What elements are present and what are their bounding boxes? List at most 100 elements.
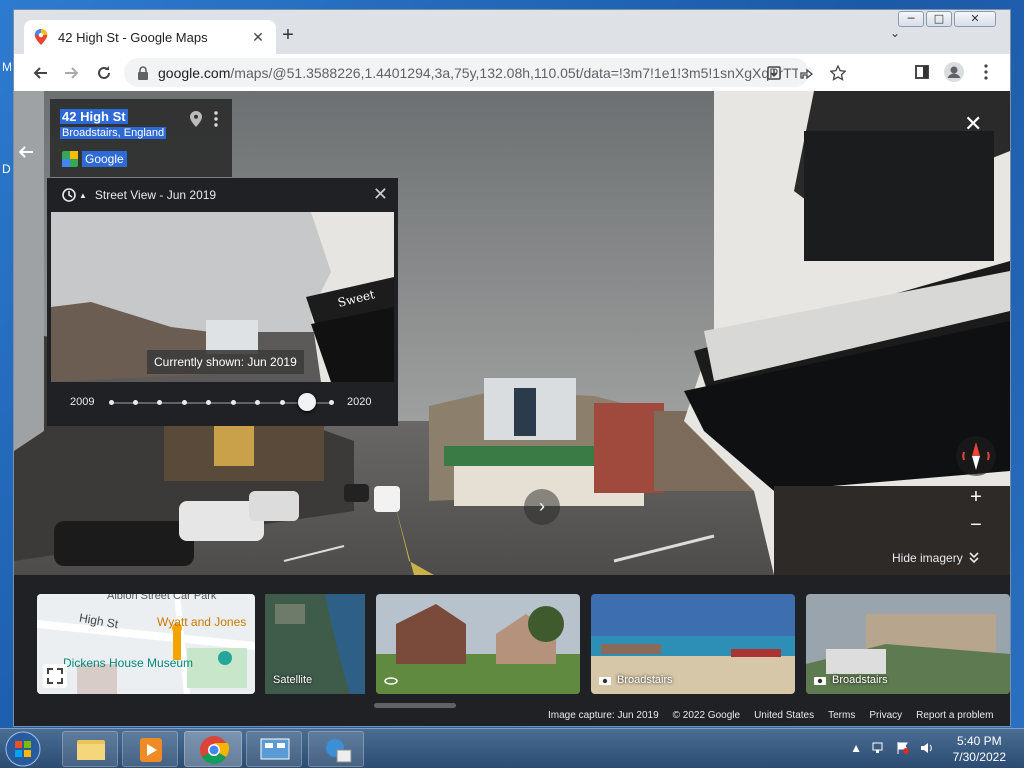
address-bar[interactable]: google.com/maps/@51.3588226,1.4401294,3a… (124, 58, 809, 87)
fullscreen-icon[interactable] (43, 664, 67, 688)
place-city[interactable]: Broadstairs, England (60, 127, 167, 139)
tab-strip: 42 High St - Google Maps ✕ + ⌄ (14, 10, 1010, 54)
camera-icon (599, 677, 611, 685)
timeline-tick[interactable] (206, 400, 212, 405)
satellite-label: Satellite (273, 674, 313, 686)
google-maps-logo-icon (62, 151, 78, 167)
forward-icon[interactable] (56, 57, 88, 89)
timeline-tick[interactable] (230, 400, 236, 405)
map-label-poi: Dickens House Museum (63, 656, 194, 670)
map-label-street2: Albion Street Car Park (107, 594, 217, 602)
zoom-controls: + − (960, 483, 992, 543)
desktop-icon-label: M (2, 60, 12, 74)
file-explorer-taskbar-icon[interactable] (62, 731, 118, 767)
tab-google-maps[interactable]: 42 High St - Google Maps ✕ (24, 20, 276, 54)
map-footer: Image capture: Jun 2019 © 2022 Google Un… (544, 709, 998, 722)
timeline-tick[interactable] (157, 400, 163, 405)
photo-label: Broadstairs (599, 674, 673, 686)
timeline-tick[interactable] (328, 400, 334, 405)
browser-window: ─ □ ✕ 42 High St - Google Maps ✕ + ⌄ goo… (13, 9, 1011, 727)
image-capture-date: Image capture: Jun 2019 (548, 710, 659, 721)
photo-thumbnail-card[interactable] (376, 594, 580, 694)
side-panel-icon[interactable] (906, 56, 938, 88)
close-tab-icon[interactable]: ✕ (250, 29, 266, 46)
maps-content: 42 High St Broadstairs, England Google ▲… (14, 91, 1010, 726)
menu-kebab-icon[interactable] (970, 56, 1002, 88)
zoom-out-button[interactable]: − (960, 511, 992, 539)
maps-pin-icon (34, 29, 48, 45)
collapse-caret-icon[interactable]: ▲ (79, 191, 87, 200)
network-status-icon[interactable] (872, 741, 886, 755)
photo-label: Broadstairs (814, 674, 888, 686)
close-timeline-icon[interactable]: ✕ (373, 184, 388, 205)
tab-search-icon[interactable]: ⌄ (890, 26, 900, 40)
photo-thumbnail-card[interactable]: Broadstairs (591, 594, 795, 694)
timeline-tick[interactable] (108, 400, 114, 405)
map-label-poi: Wyatt and Jones (157, 615, 247, 629)
timeline-preview-image[interactable]: Sweet Currently shown: Jun 2019 (51, 212, 394, 382)
imagery-filmstrip: Albion Street Car Park High St Wyatt and… (14, 575, 1010, 726)
browser-toolbar: google.com/maps/@51.3588226,1.4401294,3a… (14, 54, 1010, 91)
control-panel-taskbar-icon[interactable] (246, 731, 302, 767)
timeline-tick[interactable] (181, 400, 187, 405)
timeline-slider-knob[interactable] (297, 393, 316, 411)
zoom-in-button[interactable]: + (960, 483, 992, 511)
clock-date: 7/30/2022 (952, 750, 1006, 764)
action-center-flag-icon[interactable] (896, 741, 910, 755)
map-thumbnail-card[interactable]: Albion Street Car Park High St Wyatt and… (37, 594, 255, 694)
place-address[interactable]: 42 High St (60, 109, 128, 124)
back-arrow-icon[interactable] (18, 143, 34, 164)
provider-badge: Google (62, 151, 127, 167)
media-player-taskbar-icon[interactable] (122, 731, 178, 767)
hide-imagery-button[interactable]: Hide imagery (892, 551, 979, 565)
hide-imagery-label: Hide imagery (892, 551, 963, 565)
close-street-view-icon[interactable]: ✕ (964, 111, 982, 137)
back-icon[interactable] (24, 57, 56, 89)
taskbar: ▲ 5:40 PM 7/30/2022 (0, 728, 1024, 768)
system-tray: ▲ (850, 741, 934, 755)
chrome-taskbar-icon[interactable] (184, 731, 242, 767)
timeline-tick[interactable] (255, 400, 261, 405)
clock-time: 5:40 PM (956, 734, 1002, 748)
satellite-thumbnail-card[interactable]: Satellite (265, 594, 365, 694)
photo-sphere-label (384, 676, 404, 686)
timeline-tick[interactable] (132, 400, 138, 405)
history-clock-icon[interactable] (61, 187, 77, 203)
photo-sphere-icon (384, 677, 398, 685)
region-link[interactable]: United States (754, 710, 814, 721)
report-problem-link[interactable]: Report a problem (916, 710, 993, 721)
current-date-tooltip: Currently shown: Jun 2019 (147, 350, 304, 374)
more-options-icon[interactable] (214, 111, 218, 127)
double-chevron-down-icon (969, 552, 979, 564)
filmstrip-scrollbar[interactable] (374, 703, 456, 708)
camera-icon (814, 677, 826, 685)
copyright: © 2022 Google (672, 710, 741, 721)
profile-avatar-icon[interactable] (938, 56, 970, 88)
location-pin-icon[interactable] (190, 111, 202, 132)
bookmark-star-icon[interactable] (822, 60, 854, 86)
timeline-tick[interactable] (279, 400, 285, 405)
share-icon[interactable] (790, 60, 822, 86)
reload-icon[interactable] (88, 57, 120, 89)
volume-icon[interactable] (920, 741, 934, 755)
timeline-start-year: 2009 (70, 396, 95, 408)
clock[interactable]: 5:40 PM 7/30/2022 (953, 733, 1006, 765)
timeline-slider[interactable]: 2009 2020 (47, 386, 398, 426)
tab-title: 42 High St - Google Maps (58, 29, 208, 45)
time-travel-panel: ▲ Street View - Jun 2019 ✕ Sweet Current… (47, 178, 398, 426)
photo-thumbnail-card[interactable]: Broadstairs (806, 594, 1010, 694)
start-button[interactable] (4, 730, 44, 768)
install-icon[interactable] (758, 60, 790, 86)
privacy-link[interactable]: Privacy (869, 710, 902, 721)
next-panorama-arrow[interactable]: › (524, 489, 560, 525)
desktop-icon-label: D (2, 162, 11, 176)
lock-icon (138, 65, 148, 80)
provider-name: Google (82, 151, 127, 167)
show-hidden-icons-icon[interactable]: ▲ (850, 741, 862, 755)
network-taskbar-icon[interactable] (308, 731, 364, 767)
compass-icon[interactable] (956, 436, 996, 476)
timeline-end-year: 2020 (347, 396, 372, 408)
url-text: google.com/maps/@51.3588226,1.4401294,3a… (158, 64, 798, 81)
terms-link[interactable]: Terms (828, 710, 855, 721)
new-tab-button[interactable]: + (276, 24, 300, 48)
